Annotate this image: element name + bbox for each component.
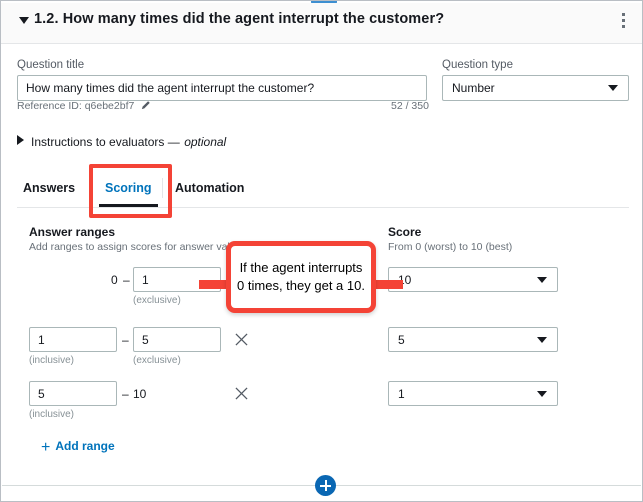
- range-2-from-hint: (inclusive): [29, 355, 74, 366]
- pencil-icon[interactable]: [141, 100, 151, 113]
- tab-scoring[interactable]: Scoring: [105, 169, 152, 207]
- plus-icon: +: [41, 439, 50, 457]
- score-title: Score: [388, 225, 421, 239]
- tab-bar: Answers Scoring Automation: [17, 169, 629, 208]
- kebab-menu-icon[interactable]: [614, 13, 632, 35]
- question-type-label: Question type: [442, 59, 513, 71]
- range-3-score-select[interactable]: 1: [388, 381, 558, 406]
- range-2-score-value: 5: [398, 333, 405, 347]
- chevron-down-icon: [537, 391, 547, 397]
- range-2-score-select[interactable]: 5: [388, 327, 558, 352]
- answer-ranges-title: Answer ranges: [29, 225, 115, 239]
- range-2-to-hint: (exclusive): [133, 355, 181, 366]
- card-header: 1.2. How many times did the agent interr…: [1, 3, 642, 44]
- score-description: From 0 (worst) to 10 (best): [388, 241, 512, 253]
- range-3-from-hint: (inclusive): [29, 409, 74, 420]
- annotation-callout: If the agent interrupts 0 times, they ge…: [226, 241, 376, 313]
- chevron-down-icon: [608, 85, 618, 91]
- close-icon: [235, 387, 248, 400]
- reference-id: Reference ID: q6ebe2bf7: [17, 100, 151, 113]
- add-range-label: Add range: [55, 439, 114, 453]
- question-editor-card: 1.2. How many times did the agent interr…: [0, 0, 643, 502]
- range-3-from-input[interactable]: [29, 381, 117, 406]
- page-title: 1.2. How many times did the agent interr…: [34, 11, 444, 27]
- annotation-callout-text: If the agent interrupts 0 times, they ge…: [231, 259, 371, 294]
- add-question-button[interactable]: [315, 475, 336, 496]
- tab-answers[interactable]: Answers: [23, 169, 75, 207]
- range-2-from-input[interactable]: [29, 327, 117, 352]
- reference-id-text: Reference ID: q6ebe2bf7: [17, 100, 134, 112]
- instructions-disclosure[interactable]: Instructions to evaluators — optional: [17, 133, 226, 151]
- tab-automation[interactable]: Automation: [175, 169, 244, 207]
- question-title-label: Question title: [17, 59, 84, 71]
- range-1-dash: –: [123, 273, 130, 287]
- range-2-to-input[interactable]: [133, 327, 221, 352]
- range-2-dash: –: [122, 333, 129, 347]
- instructions-optional: optional: [184, 135, 226, 149]
- range-3-score-value: 1: [398, 387, 405, 401]
- question-type-value: Number: [452, 81, 495, 95]
- question-title-input[interactable]: [17, 75, 427, 101]
- chevron-down-icon: [537, 277, 547, 283]
- range-3-remove-button[interactable]: [235, 387, 248, 403]
- caret-right-icon: [17, 135, 24, 145]
- range-1-from-static: 0: [111, 273, 118, 287]
- collapse-caret-icon[interactable]: [19, 17, 29, 24]
- range-3-dash: –: [122, 387, 129, 401]
- range-1-to-hint: (exclusive): [133, 295, 181, 306]
- close-icon: [235, 333, 248, 346]
- range-1-score-select[interactable]: 10: [388, 267, 558, 292]
- chevron-down-icon: [537, 337, 547, 343]
- range-3-to-static: 10: [133, 387, 146, 401]
- question-type-select[interactable]: Number: [442, 75, 629, 101]
- add-range-button[interactable]: + Add range: [41, 439, 115, 457]
- character-counter: 52 / 350: [391, 100, 429, 112]
- range-2-remove-button[interactable]: [235, 333, 248, 349]
- instructions-label: Instructions to evaluators —: [31, 135, 180, 149]
